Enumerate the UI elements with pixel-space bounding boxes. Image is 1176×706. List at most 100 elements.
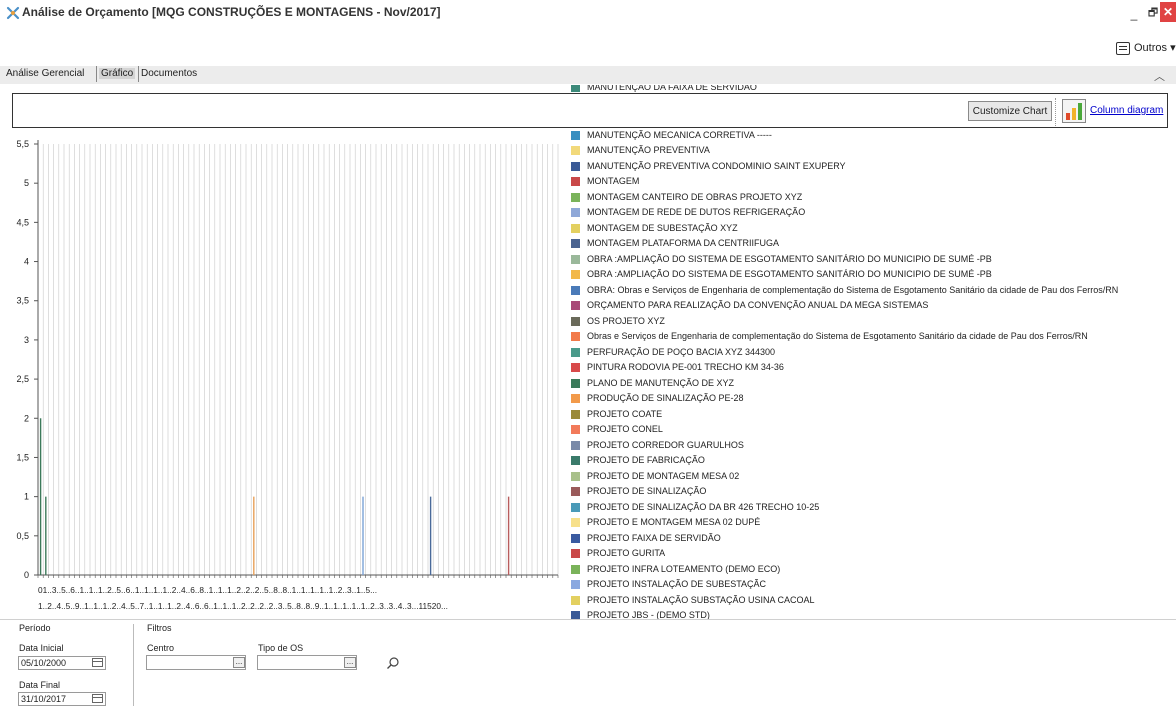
legend-label: PROJETO CONEL bbox=[587, 424, 663, 434]
y-tick-label: 3 bbox=[24, 335, 29, 345]
legend-item: MONTAGEM bbox=[568, 176, 639, 190]
legend-item: PERFURAÇÃO DE POÇO BACIA XYZ 344300 bbox=[568, 347, 775, 361]
data-inicial-value: 05/10/2000 bbox=[21, 658, 67, 668]
legend-label: PROJETO GURITA bbox=[587, 548, 666, 558]
legend-label: PROJETO INSTALAÇÃO SUBSTAÇÃO USINA CACOA… bbox=[587, 594, 815, 605]
legend-swatch bbox=[571, 487, 580, 497]
legend-label: PROJETO CORREDOR GUARULHOS bbox=[587, 439, 744, 450]
bar bbox=[429, 496, 432, 575]
filtros-title: Filtros bbox=[147, 623, 172, 633]
x-tick-labels-row2: 1..2..4..5..9..1..1..1..2..4..5..7..1..1… bbox=[38, 601, 448, 611]
legend-label: PROJETO INFRA LOTEAMENTO (DEMO ECO) bbox=[587, 563, 781, 574]
legend-swatch bbox=[571, 192, 580, 202]
outros-label: Outros bbox=[1134, 42, 1168, 54]
legend-swatch bbox=[571, 285, 580, 295]
legend-swatch bbox=[571, 177, 580, 187]
legend-item: PROJETO CORREDOR GUARULHOS bbox=[568, 440, 744, 454]
filters-separator bbox=[133, 624, 134, 706]
outros-menu-button[interactable]: Outros ▾ bbox=[1116, 41, 1176, 57]
legend-item: MONTAGEM DE REDE DE DUTOS REFRIGERAÇÃO bbox=[568, 207, 805, 221]
legend-label: MANUTENÇÃO PREVENTIVA CONDOMINIO SAINT E… bbox=[587, 160, 846, 171]
tab-separator bbox=[138, 66, 139, 82]
legend-swatch bbox=[571, 316, 580, 326]
collapse-icon[interactable]: ︿ bbox=[1154, 68, 1165, 84]
legend-label: PINTURA RODOVIA PE-001 TRECHO KM 34-36 bbox=[587, 362, 784, 372]
legend-item: OBRA :AMPLIAÇÃO DO SISTEMA DE ESGOTAMENT… bbox=[568, 269, 992, 283]
legend-swatch bbox=[571, 239, 580, 249]
legend-label: PROJETO DE SINALIZAÇÃO bbox=[587, 486, 707, 496]
y-tick-label: 4 bbox=[24, 257, 29, 267]
legend-swatch bbox=[571, 146, 580, 156]
legend-swatch bbox=[571, 471, 580, 481]
bar bbox=[507, 496, 510, 575]
divider bbox=[0, 619, 1176, 620]
tab-separator bbox=[96, 66, 97, 82]
legend-item: PROJETO DE MONTAGEM MESA 02 bbox=[568, 471, 739, 485]
bar bbox=[45, 496, 47, 575]
legend-swatch bbox=[571, 378, 580, 388]
legend-label: ORÇAMENTO PARA REALIZAÇÃO DA CONVENÇÃO A… bbox=[587, 300, 929, 310]
legend-label: MONTAGEM DE SUBESTAÇÃO XYZ bbox=[587, 222, 738, 233]
y-tick-label: 5 bbox=[24, 178, 29, 188]
periodo-title: Período bbox=[19, 623, 51, 633]
data-final-value: 31/10/2017 bbox=[21, 694, 67, 704]
y-tick-label: 0 bbox=[24, 570, 29, 580]
tab-documentos[interactable]: Documentos bbox=[141, 68, 197, 79]
minimize-button[interactable]: _ bbox=[1125, 4, 1143, 22]
y-tick-label: 1,5 bbox=[16, 452, 29, 462]
centro-lookup-button[interactable]: ... bbox=[233, 657, 245, 668]
legend-item: PLANO DE MANUTENÇÃO DE XYZ bbox=[568, 378, 734, 392]
legend-item: PINTURA RODOVIA PE-001 TRECHO KM 34-36 bbox=[568, 362, 784, 376]
bar bbox=[39, 418, 42, 575]
legend-item: PRODUÇÃO DE SINALIZAÇÃO PE-28 bbox=[568, 393, 744, 407]
legend-swatch bbox=[571, 254, 580, 264]
title-bar: Análise de Orçamento [MQG CONSTRUÇÕES E … bbox=[0, 0, 1176, 26]
y-tick-label: 0,5 bbox=[16, 531, 29, 541]
centro-input[interactable] bbox=[146, 655, 246, 670]
legend-swatch bbox=[571, 425, 580, 435]
legend-item: PROJETO INFRA LOTEAMENTO (DEMO ECO) bbox=[568, 564, 780, 578]
legend-item: OBRA :AMPLIAÇÃO DO SISTEMA DE ESGOTAMENT… bbox=[568, 254, 992, 268]
list-icon bbox=[1116, 41, 1130, 55]
y-tick-label: 2,5 bbox=[16, 374, 29, 384]
legend-swatch bbox=[571, 208, 580, 218]
legend-label: MANUTENÇÃO DA FAIXA DE SERVIDÃO bbox=[587, 85, 757, 92]
tipo-os-lookup-button[interactable]: ... bbox=[344, 657, 356, 668]
tipo-os-input[interactable] bbox=[257, 655, 357, 670]
tab-analise-gerencial[interactable]: Análise Gerencial bbox=[6, 68, 84, 79]
legend-item: PROJETO DE SINALIZAÇÃO DA BR 426 TRECHO … bbox=[568, 502, 819, 516]
close-button[interactable]: ✕ bbox=[1160, 2, 1176, 22]
bar-chart: 5,5 5 4,5 4 3,5 3 2,5 2 1,5 1 0,5 0 01..3..5..6..1..… bbox=[16, 139, 559, 611]
legend-swatch bbox=[571, 270, 580, 280]
calendar-icon[interactable] bbox=[92, 658, 103, 667]
legend-label: PROJETO DE SINALIZAÇÃO DA BR 426 TRECHO … bbox=[587, 501, 820, 512]
legend-label: MONTAGEM CANTEIRO DE OBRAS PROJETO XYZ bbox=[587, 191, 803, 202]
legend-item: MANUTENÇÃO DA FAIXA DE SERVIDÃO bbox=[568, 85, 757, 96]
legend-swatch bbox=[571, 440, 580, 450]
bar bbox=[253, 496, 255, 575]
y-tick-label: 4,5 bbox=[16, 217, 29, 227]
legend-swatch bbox=[571, 347, 580, 357]
legend-swatch bbox=[571, 130, 580, 140]
chart-legend: MANUTENÇÃO DA FAIXA DE SERVIDÃO MANUTENÇÃ… bbox=[568, 85, 1168, 620]
legend-swatch bbox=[571, 502, 580, 512]
legend-item: PROJETO INSTALAÇÃO SUBSTAÇÃO USINA CACOA… bbox=[568, 595, 815, 609]
legend-swatch bbox=[571, 85, 580, 93]
legend-item: OBRA: Obras e Serviços de Engenharia de … bbox=[568, 285, 1118, 299]
legend-item: MONTAGEM DE SUBESTAÇÃO XYZ bbox=[568, 223, 738, 237]
legend-label: PERFURAÇÃO DE POÇO BACIA XYZ 344300 bbox=[587, 346, 776, 357]
legend-label: MONTAGEM DE REDE DE DUTOS REFRIGERAÇÃO bbox=[587, 207, 806, 217]
search-icon[interactable] bbox=[386, 656, 400, 670]
centro-label: Centro bbox=[147, 643, 175, 653]
legend-item: MANUTENÇÃO PREVENTIVA CONDOMINIO SAINT E… bbox=[568, 161, 846, 175]
legend-swatch bbox=[571, 549, 580, 559]
calendar-icon[interactable] bbox=[92, 694, 103, 703]
y-tick-label: 2 bbox=[24, 413, 29, 423]
legend-label: PROJETO E MONTAGEM MESA 02 DUPÉ bbox=[587, 517, 761, 527]
legend-label: PLANO DE MANUTENÇÃO DE XYZ bbox=[587, 377, 735, 388]
tab-grafico[interactable]: Gráfico bbox=[99, 68, 136, 79]
legend-item: MONTAGEM CANTEIRO DE OBRAS PROJETO XYZ bbox=[568, 192, 802, 206]
legend-item: Obras e Serviços de Engenharia de comple… bbox=[568, 331, 1088, 345]
legend-label: MANUTENÇÃO PREVENTIVA bbox=[587, 145, 710, 155]
legend-swatch bbox=[571, 533, 580, 543]
